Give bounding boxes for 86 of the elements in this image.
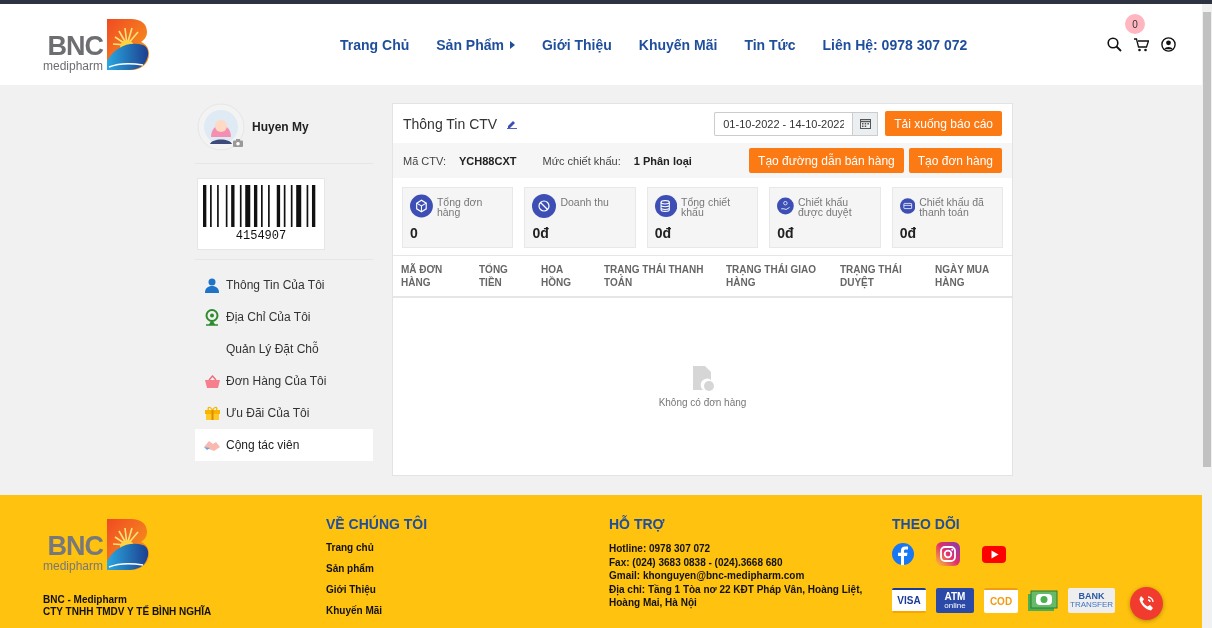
map-pin-icon [205,308,219,326]
person-icon [205,277,219,293]
bank-transfer-icon: BANK TRANSFER [1068,588,1116,613]
phone-call-button[interactable] [1130,587,1163,620]
column-header: TRẠNG THÁI DUYỆT [840,263,903,289]
gift-icon [204,406,220,420]
logo-text: BNC [47,533,104,559]
sidebar-item[interactable]: Ưu Đãi Của Tôi [195,397,373,429]
edit-pencil-icon[interactable] [507,118,518,129]
box-icon [410,194,433,218]
column-header: HOA HỒNG [541,263,572,289]
empty-state-text: Không có đơn hàng [658,396,747,408]
contact-info: Fax: (024) 3683 0838 - (024).3668 680 [609,555,784,569]
stat-label: Chiết khấu được duyệt [798,195,853,217]
nav-link[interactable]: Sản Phẩm [436,36,515,53]
scrollbar-thumb[interactable] [1203,12,1211,467]
column-header: NGÀY MUA HÀNG [935,263,990,289]
footer-heading: THEO DÕI [892,516,961,532]
user-account-icon[interactable] [1161,37,1176,52]
sidebar-item[interactable]: Đơn Hàng Của Tôi [195,365,373,397]
footer-link[interactable]: Khuyến Mãi [326,600,609,621]
company-name: BNC - Medipharm [43,594,128,606]
sun-wave-logo-icon [105,517,152,573]
footer-link[interactable]: Giới Thiệu [326,579,609,600]
column-header: TỔNG TIỀN [479,263,509,289]
nav-link[interactable]: Tin Tức [744,36,796,53]
video-play-icon[interactable] [982,545,1006,563]
logo-text: BNC [47,32,104,59]
sidebar-item[interactable]: Quản Lý Đặt Chỗ [195,333,373,365]
camera-icon[interactable] [233,139,243,147]
sidebar-item[interactable]: Địa Chỉ Của Tôi [195,301,373,333]
logo-tagline: medipharm [43,59,104,73]
stat-value: 0đ [777,225,795,241]
sun-wave-logo-icon [105,16,152,73]
nav-link[interactable]: Trang Chủ [340,36,410,53]
facebook-icon[interactable] [892,543,914,565]
instagram-icon[interactable] [936,542,960,566]
footer-heading: VỀ CHÚNG TÔI [326,516,429,532]
search-icon[interactable] [1107,37,1122,52]
logo-tagline: medipharm [43,560,104,573]
stat-value: 0 [410,225,419,241]
contact-info: Hotline: 0978 307 072 [609,542,712,556]
field-value: YCH88CXT [459,154,517,167]
banknote-icon [1028,589,1058,612]
user-name: Huyen My [252,120,309,134]
barcode-number: 4154907 [235,229,287,243]
date-range-field[interactable]: 01-10-2022 - 14-10-2022 [714,111,853,136]
nav-link[interactable]: Khuyến Mãi [638,36,718,53]
stat-label: Doanh thu [560,195,609,207]
phone-icon [1138,595,1155,612]
calendar-button[interactable] [852,111,879,136]
stat-label: Chiết khấu đã thanh toán [919,195,985,217]
panel-title: Thông Tin CTV [403,115,498,132]
contact-info: Gmail: khonguyen@bnc-medipharm.com [609,569,806,583]
empty-document-icon [690,365,715,392]
stat-value: 0đ [899,225,917,241]
nav-link[interactable]: Liên Hệ: 0978 307 072 [822,36,968,53]
stat-value: 0đ [532,225,550,241]
visa-card-icon: VISA [892,588,926,613]
stat-value: 0đ [654,225,673,241]
cod-card-icon: COD [984,588,1018,613]
stat-label: Tổng đơn hàng [436,195,484,217]
cart-count-badge: 0 [1125,14,1145,34]
calendar-icon [859,118,871,129]
footer-link[interactable]: Sản phẩm [326,558,609,579]
column-header: MÃ ĐƠN HÀNG [401,263,444,289]
column-header: TRẠNG THÁI GIAO HÀNG [726,263,817,289]
field-value: 1 Phân loại [633,154,692,167]
avatar[interactable] [197,103,245,151]
footer-heading: HỖ TRỢ [609,516,666,532]
field-label: Mức chiết khấu: [542,154,621,167]
stat-label: Tổng chiết khấu [681,195,732,217]
coins-icon [654,194,678,218]
no-sign-icon [532,194,557,218]
footer-link[interactable]: Trang chủ [326,537,609,558]
sidebar-item[interactable]: Cộng tác viên [195,429,373,461]
atm-card-icon: ATM online [936,588,974,613]
field-label: Mã CTV: [403,154,446,167]
sidebar-item[interactable]: Thông Tin Của Tôi [195,269,373,301]
company-name: CTY TNHH TMDV Y TẾ BÌNH NGHĨA [43,606,213,618]
contact-info: Địa chỉ: Tầng 1 Tòa nơ 22 KĐT Pháp Vân, Hoàng Liệt, Hoàng Mai, Hà Nội [609,582,864,610]
nav-link[interactable]: Giới Thiệu [541,36,612,53]
column-header: TRẠNG THÁI THANH TOÁN [604,263,705,289]
basket-icon [204,374,220,388]
handshake-icon [204,439,220,451]
cart-icon[interactable] [1134,37,1149,52]
